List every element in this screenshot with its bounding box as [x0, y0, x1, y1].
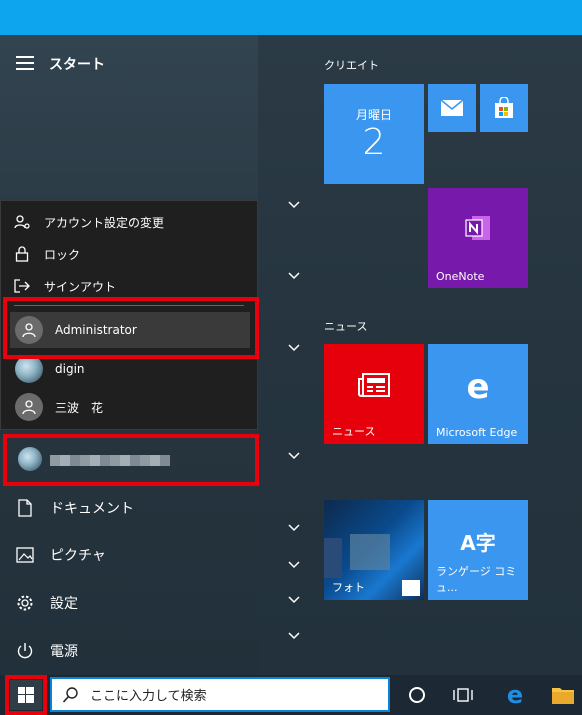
avatar: [15, 393, 43, 421]
sign-out-icon: [0, 279, 44, 293]
edge-tile[interactable]: e Microsoft Edge: [428, 344, 528, 444]
onenote-tile[interactable]: OneNote: [428, 188, 528, 288]
edge-icon: e: [466, 367, 490, 407]
photo-thumbnail: [350, 534, 390, 570]
account-name: digin: [55, 362, 85, 376]
chevron-down-icon[interactable]: [288, 561, 300, 569]
user-settings-icon: [0, 214, 44, 230]
edge-label: Microsoft Edge: [436, 426, 518, 439]
file-explorer-button[interactable]: [550, 682, 576, 708]
lock-label: ロック: [44, 247, 81, 262]
onenote-icon: [465, 216, 490, 240]
chevron-down-icon[interactable]: [288, 344, 300, 352]
lock-item[interactable]: ロック: [0, 240, 80, 268]
news-icon: [358, 373, 390, 397]
highlight-box-current-user: [3, 434, 259, 486]
document-icon: [0, 499, 50, 517]
start-title: スタート: [49, 57, 105, 73]
cortana-icon: [409, 687, 425, 703]
chevron-down-icon[interactable]: [288, 201, 300, 209]
onenote-label: OneNote: [436, 270, 485, 283]
sidebar-documents-label: ドキュメント: [50, 501, 134, 517]
photos-icon: [402, 580, 420, 596]
sidebar-power-label: 電源: [50, 644, 78, 660]
store-icon: [495, 97, 513, 118]
sidebar-pictures[interactable]: ピクチャ: [0, 533, 258, 577]
highlight-box-administrator: [3, 297, 259, 359]
cortana-button[interactable]: [404, 682, 430, 708]
photos-tile[interactable]: フォト: [324, 500, 424, 600]
news-tile[interactable]: ニュース: [324, 344, 424, 444]
edge-icon: e: [506, 681, 524, 709]
news-label: ニュース: [332, 425, 376, 438]
hamburger-icon[interactable]: [16, 56, 34, 70]
chevron-down-icon[interactable]: [288, 632, 300, 640]
power-icon: [0, 642, 50, 660]
gear-icon: [0, 594, 50, 612]
sidebar-power[interactable]: 電源: [0, 629, 258, 673]
taskbar-search-box[interactable]: ここに入力して検索: [50, 677, 390, 712]
sidebar-settings[interactable]: 設定: [0, 581, 258, 625]
photos-label: フォト: [332, 581, 365, 594]
store-tile[interactable]: [480, 84, 528, 132]
calendar-tile[interactable]: 月曜日 2: [324, 84, 424, 184]
task-view-button[interactable]: [450, 682, 476, 708]
chevron-down-icon[interactable]: [288, 272, 300, 280]
calendar-date: 2: [362, 121, 386, 163]
search-placeholder: ここに入力して検索: [90, 689, 207, 704]
chevron-down-icon[interactable]: [288, 596, 300, 604]
chevron-down-icon[interactable]: [288, 452, 300, 460]
change-account-settings[interactable]: アカウント設定の変更: [0, 208, 164, 236]
group-label-news: ニュース: [324, 320, 368, 333]
group-label-create: クリエイト: [324, 59, 379, 72]
sidebar-documents[interactable]: ドキュメント: [0, 486, 258, 530]
account-name: 三波 花: [55, 400, 104, 415]
avatar: [15, 355, 43, 383]
highlight-box-start-button: [5, 675, 47, 715]
lock-icon: [0, 246, 44, 262]
search-icon: [62, 686, 78, 703]
mail-tile[interactable]: [428, 84, 476, 132]
mail-icon: [440, 99, 464, 116]
account-minami[interactable]: 三波 花: [10, 389, 250, 425]
sidebar-pictures-label: ピクチャ: [50, 548, 106, 564]
sidebar-settings-label: 設定: [50, 596, 78, 612]
chevron-down-icon[interactable]: [288, 524, 300, 532]
edge-taskbar-button[interactable]: e: [502, 681, 528, 709]
sign-out-label: サインアウト: [44, 279, 117, 294]
language-label: ランゲージ コミュ...: [436, 565, 517, 594]
photo-thumbnail: [324, 538, 342, 578]
sign-out-item[interactable]: サインアウト: [0, 272, 116, 300]
language-tile[interactable]: A字 ランゲージ コミュ...: [428, 500, 528, 600]
task-view-icon: [453, 688, 473, 702]
language-icon: A字: [460, 530, 496, 555]
calendar-day: 月曜日: [355, 107, 392, 122]
folder-icon: [552, 688, 574, 704]
picture-icon: [0, 547, 50, 563]
change-account-settings-label: アカウント設定の変更: [44, 215, 165, 230]
desktop-strip: [0, 0, 582, 35]
